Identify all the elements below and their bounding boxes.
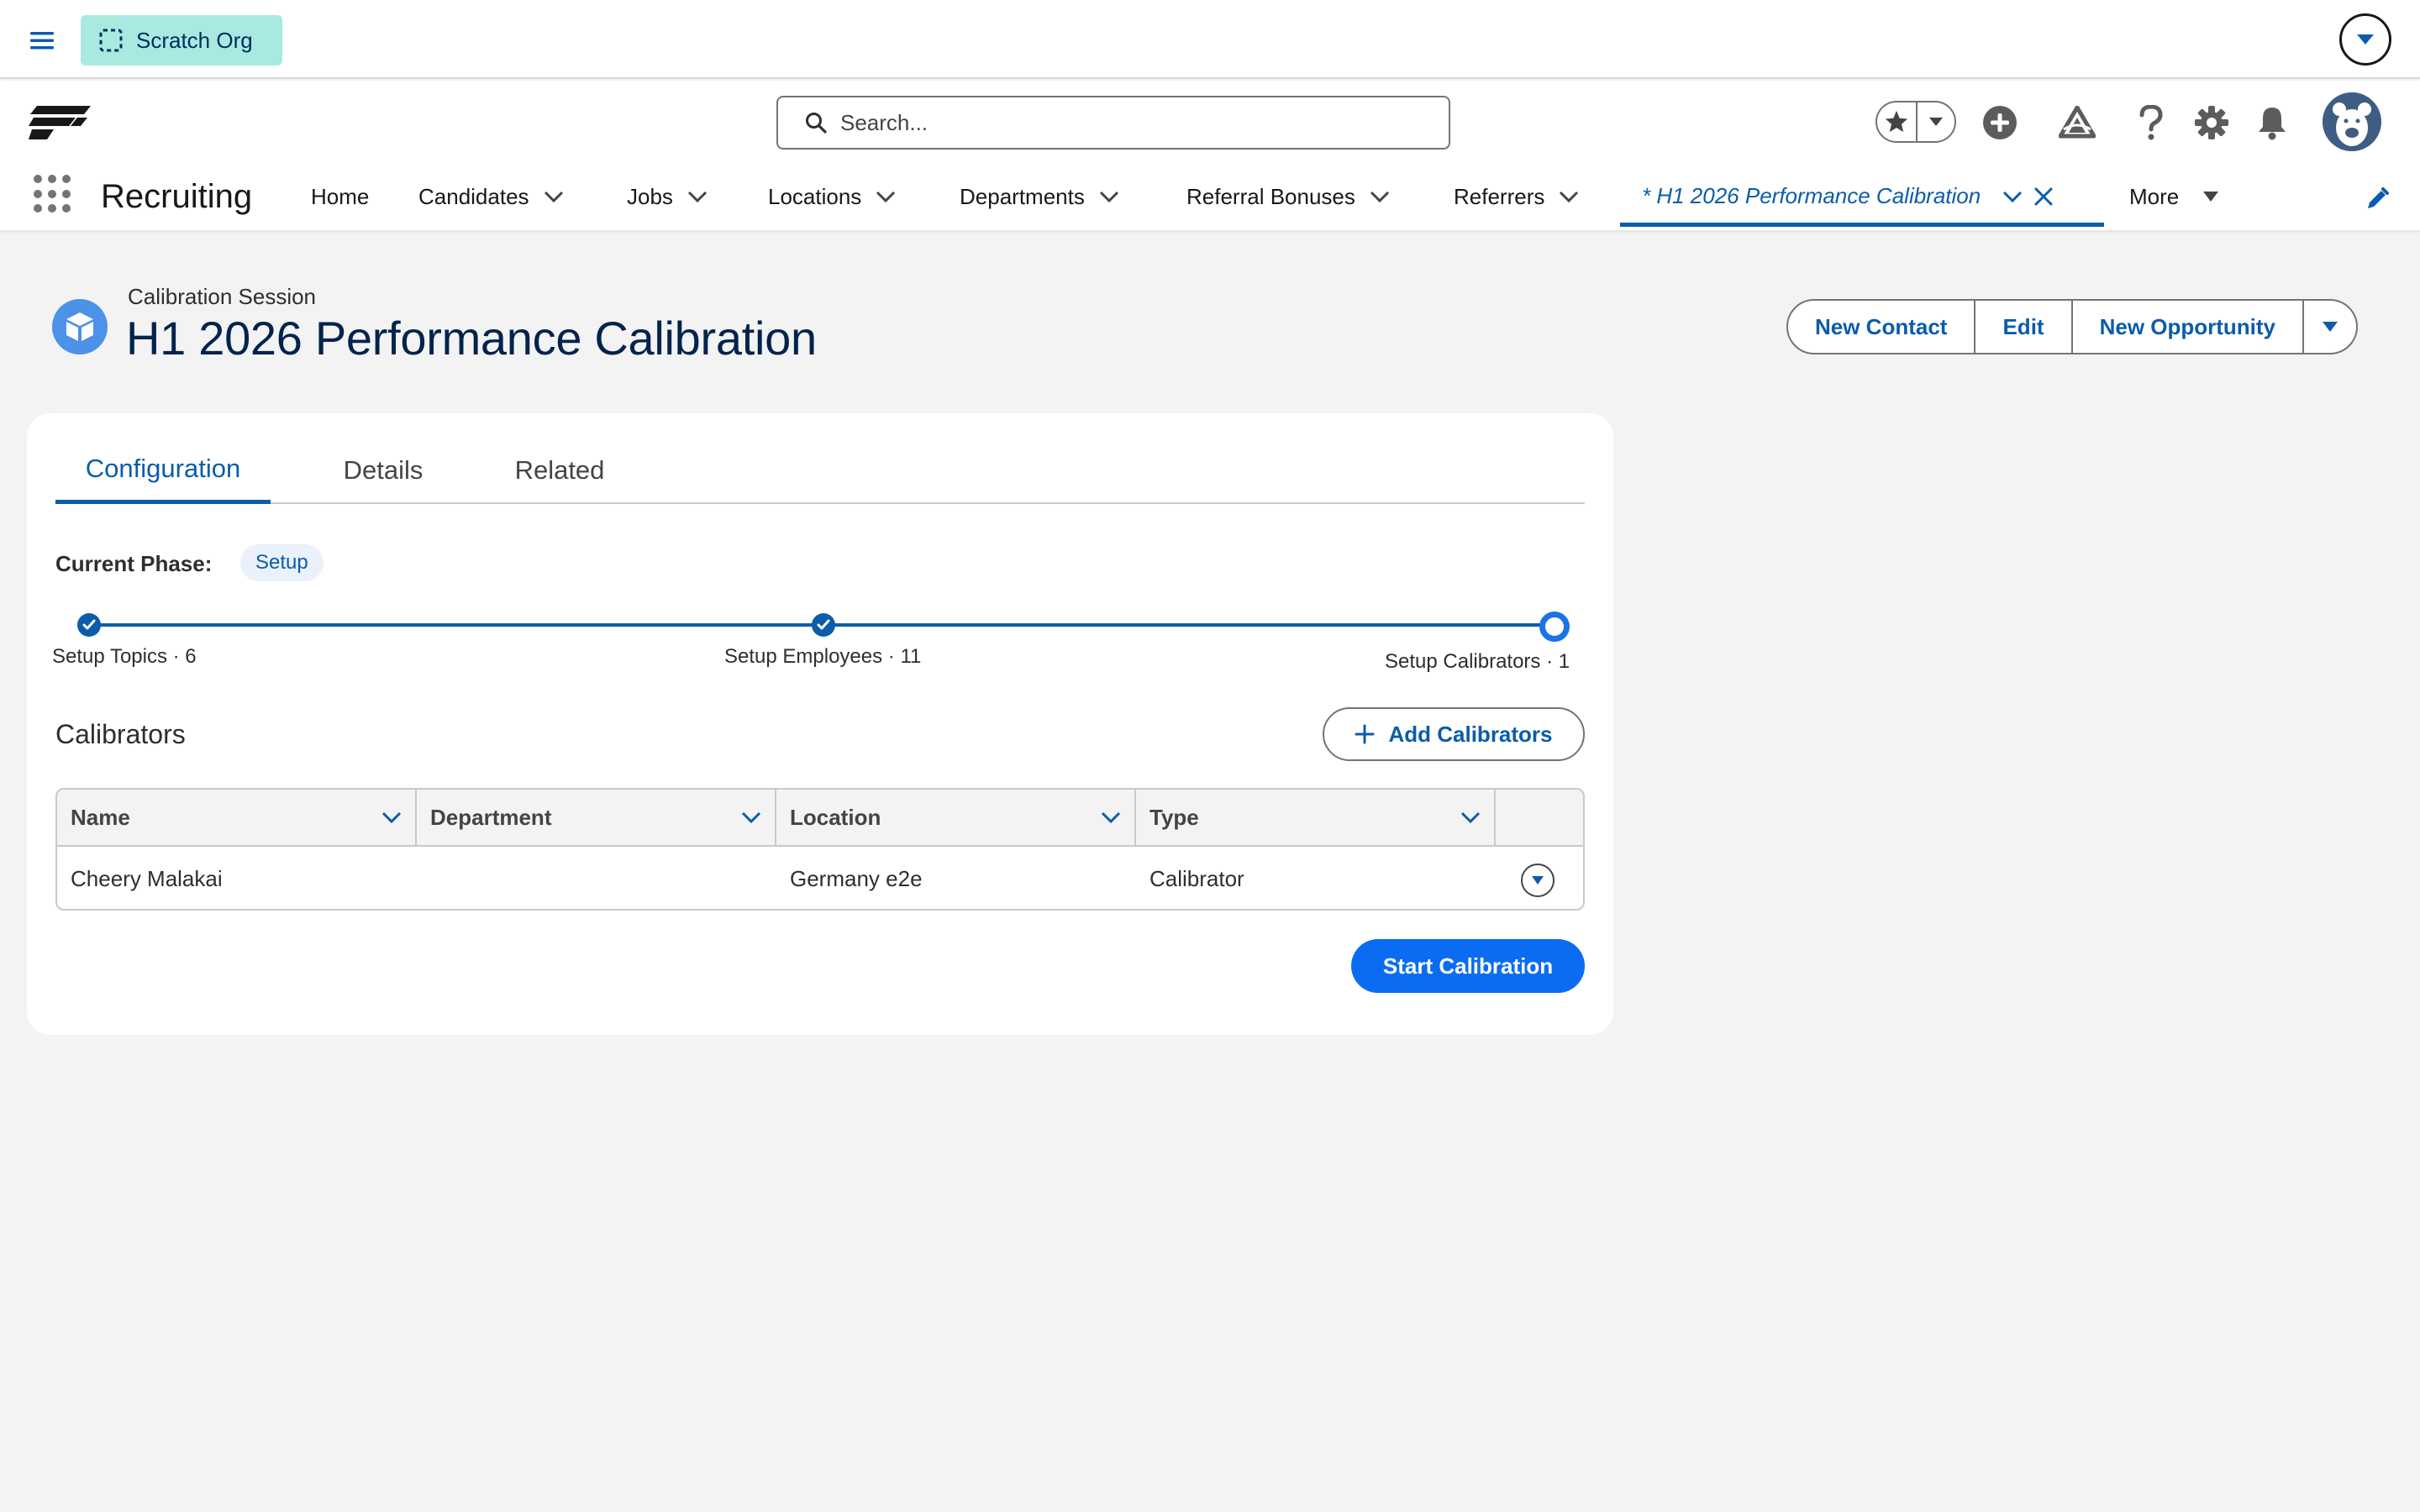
nav-item-departments[interactable]: Departments — [960, 173, 1122, 220]
new-opportunity-button[interactable]: New Opportunity — [2072, 299, 2305, 354]
add-icon[interactable] — [1980, 102, 2020, 143]
edit-button[interactable]: Edit — [1975, 299, 2073, 354]
chevron-down-icon[interactable] — [541, 184, 566, 209]
chevron-down-icon[interactable] — [741, 811, 761, 823]
app-name: Recruiting — [101, 178, 253, 215]
chevron-down-icon[interactable] — [685, 184, 710, 209]
favorites-button[interactable] — [1876, 101, 1956, 143]
nav-item-candidates[interactable]: Candidates — [418, 173, 566, 220]
search-icon — [806, 113, 827, 134]
nav-item-label: Candidates — [418, 183, 529, 209]
chevron-down-icon[interactable] — [1097, 184, 1122, 209]
caret-down-icon — [2323, 322, 2338, 332]
start-calibration-button[interactable]: Start Calibration — [1351, 939, 1585, 993]
nav-item-label: Locations — [768, 183, 862, 209]
chevron-down-icon[interactable] — [1101, 811, 1121, 823]
global-search[interactable] — [776, 96, 1450, 150]
chevron-down-icon[interactable] — [873, 184, 898, 209]
column-header-type[interactable]: Type — [1136, 790, 1496, 845]
column-header-label: Location — [790, 804, 881, 830]
trailhead-icon[interactable] — [2057, 102, 2097, 143]
active-tab-label: * H1 2026 Performance Calibration — [1642, 183, 1981, 208]
global-header: Recruiting Home Candidates Jobs Location… — [0, 81, 2420, 232]
chevron-down-icon[interactable] — [1367, 184, 1392, 209]
nav-item-locations[interactable]: Locations — [768, 173, 898, 220]
tab-details[interactable]: Details — [308, 437, 459, 504]
more-actions-button[interactable] — [2304, 299, 2359, 354]
nav-item-label: Home — [311, 183, 370, 209]
notification-bell-icon[interactable] — [2252, 102, 2292, 143]
calibrators-section-title: Calibrators — [55, 719, 186, 749]
caret-down-icon — [1532, 876, 1544, 885]
column-header-department[interactable]: Department — [417, 790, 776, 845]
add-calibrators-button[interactable]: Add Calibrators — [1323, 707, 1585, 761]
nav-item-jobs[interactable]: Jobs — [627, 173, 710, 220]
column-header-name[interactable]: Name — [57, 790, 417, 845]
page-title: H1 2026 Performance Calibration — [126, 312, 817, 365]
help-icon[interactable] — [2131, 102, 2171, 143]
app-logo-icon — [29, 106, 91, 139]
favorites-list-caret-icon[interactable] — [1918, 117, 1954, 127]
close-tab-icon[interactable] — [2034, 187, 2053, 206]
column-header-label: Department — [430, 804, 552, 830]
step-complete-check-icon[interactable] — [812, 613, 835, 637]
chevron-down-icon[interactable] — [2002, 191, 2023, 202]
edit-nav-pencil-icon[interactable] — [2365, 186, 2390, 212]
cell-department — [417, 847, 776, 909]
add-calibrators-label: Add Calibrators — [1388, 721, 1553, 747]
record-tabs: Configuration Details Related — [55, 437, 1585, 504]
step-label-topics: Setup Topics · 6 — [52, 645, 197, 668]
calibration-session-record-icon — [52, 299, 108, 354]
add-icon — [1355, 724, 1375, 744]
new-contact-button[interactable]: New Contact — [1786, 299, 1976, 354]
user-avatar[interactable] — [2323, 92, 2381, 151]
favorites-star-icon[interactable] — [1877, 102, 1918, 141]
nav-item-label: Departments — [960, 183, 1085, 209]
top-bar: Scratch Org — [0, 0, 2420, 79]
app-launcher-icon[interactable] — [34, 175, 72, 213]
nav-item-home[interactable]: Home — [311, 173, 369, 220]
column-header-label: Name — [71, 804, 130, 830]
tab-configuration[interactable]: Configuration — [55, 437, 271, 504]
nav-item-label: Referrers — [1454, 183, 1545, 209]
scratch-org-icon — [99, 29, 123, 52]
phase-badge: Setup — [240, 544, 324, 581]
setup-gear-icon[interactable] — [2191, 102, 2232, 143]
nav-item-active-record-tab[interactable]: * H1 2026 Performance Calibration — [1620, 170, 2104, 227]
step-label-employees: Setup Employees · 11 — [724, 645, 922, 668]
nav-item-label: Jobs — [627, 183, 673, 209]
current-phase-label: Current Phase: — [55, 551, 213, 576]
step-complete-check-icon[interactable] — [77, 613, 101, 637]
step-label-calibrators: Setup Calibrators · 1 — [1385, 650, 1570, 673]
nav-item-label: Referral Bonuses — [1186, 183, 1355, 209]
nav-item-referral-bonuses[interactable]: Referral Bonuses — [1186, 173, 1392, 220]
column-header-location[interactable]: Location — [776, 790, 1136, 845]
cell-type: Calibrator — [1150, 865, 1244, 891]
cell-name: Cheery Malakai — [71, 865, 223, 891]
scratch-org-badge[interactable]: Scratch Org — [81, 15, 282, 66]
menu-hamburger-icon[interactable] — [25, 24, 59, 57]
column-header-actions — [1496, 790, 1583, 845]
table-header: Name Department Location Type — [57, 790, 1583, 847]
chevron-down-icon[interactable] — [381, 811, 402, 823]
chevron-down-icon[interactable] — [1556, 184, 1581, 209]
nav-more-menu[interactable]: More — [2129, 173, 2219, 220]
nav-item-referrers[interactable]: Referrers — [1454, 173, 1581, 220]
calibrators-table: Name Department Location Type Cheery Mal… — [55, 788, 1585, 911]
nav-more-label: More — [2129, 183, 2180, 209]
record-type-label: Calibration Session — [128, 284, 317, 309]
row-actions-menu-button[interactable] — [1521, 864, 1555, 897]
org-menu-dropdown[interactable] — [2339, 13, 2391, 66]
record-actions: New Contact Edit New Opportunity — [1786, 299, 2359, 354]
chevron-down-icon[interactable] — [1460, 811, 1481, 823]
cell-location: Germany e2e — [790, 865, 923, 891]
column-header-label: Type — [1150, 804, 1199, 830]
caret-down-icon — [2202, 191, 2219, 202]
tab-related[interactable]: Related — [476, 437, 644, 504]
scratch-org-label: Scratch Org — [136, 27, 253, 53]
search-input[interactable] — [840, 109, 1412, 136]
step-current-indicator-icon[interactable] — [1539, 612, 1570, 642]
caret-down-icon — [2357, 34, 2374, 45]
